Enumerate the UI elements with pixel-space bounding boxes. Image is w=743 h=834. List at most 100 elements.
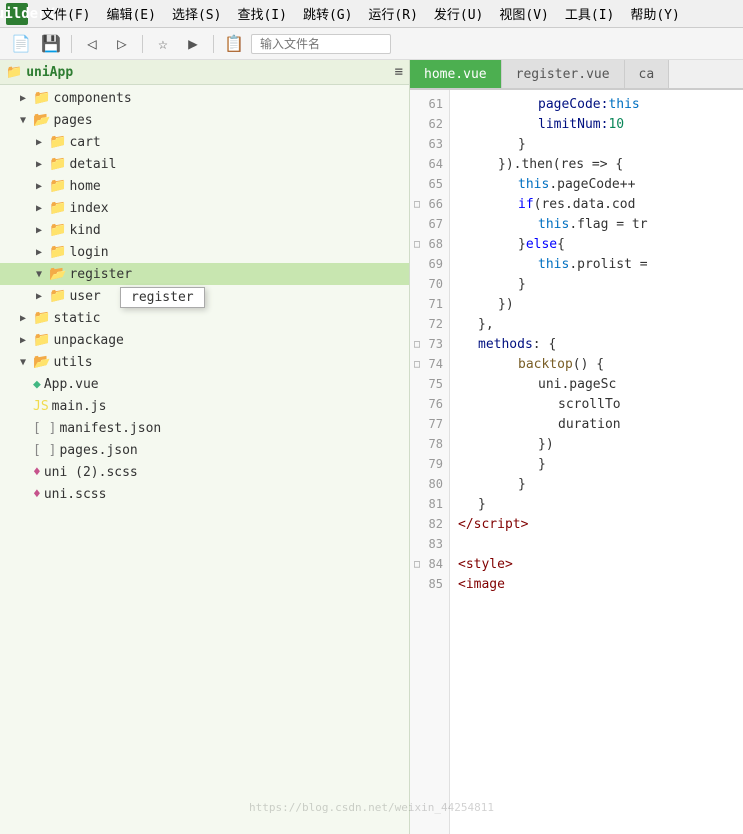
file-tree: 📁 components 📂 pages 📁 cart 📁 detail <box>0 85 409 507</box>
ln-73: □73 <box>410 334 449 354</box>
arrow-static <box>16 311 30 325</box>
tree-item-uni2scss[interactable]: ♦ uni (2).scss <box>0 461 409 483</box>
ln-66: □66 <box>410 194 449 214</box>
label-register: register <box>69 267 132 282</box>
tree-item-index[interactable]: 📁 index <box>0 197 409 219</box>
editor-tabs: home.vue register.vue ca <box>410 60 743 90</box>
folder-icon-register: 📂 <box>49 266 66 282</box>
folder-icon-components: 📁 <box>33 90 50 106</box>
ln-65: 65 <box>410 174 449 194</box>
menu-file[interactable]: 文件(F) <box>34 2 97 25</box>
tree-item-user[interactable]: 📁 user register <box>0 285 409 307</box>
code-line-67: this.flag = tr <box>458 214 743 234</box>
tree-item-register[interactable]: 📂 register <box>0 263 409 285</box>
ln-61: 61 <box>410 94 449 114</box>
tree-item-components[interactable]: 📁 components <box>0 87 409 109</box>
tree-item-cart[interactable]: 📁 cart <box>0 131 409 153</box>
code-line-80: } <box>458 474 743 494</box>
label-home: home <box>69 179 100 194</box>
sidebar-header: 📁 uniApp ≡ <box>0 60 409 85</box>
menu-bar: HBuilderX 文件(F) 编辑(E) 选择(S) 查找(I) 跳转(G) … <box>0 0 743 28</box>
menu-help[interactable]: 帮助(Y) <box>623 2 686 25</box>
ln-62: 62 <box>410 114 449 134</box>
tree-item-detail[interactable]: 📁 detail <box>0 153 409 175</box>
tree-item-pages[interactable]: 📂 pages <box>0 109 409 131</box>
ln-78: 78 <box>410 434 449 454</box>
tree-item-pagesjson[interactable]: [ ] pages.json <box>0 439 409 461</box>
code-content[interactable]: pageCode: this limitNum: 10 } }).then(re… <box>450 90 743 834</box>
menu-tools[interactable]: 工具(I) <box>558 2 621 25</box>
app-logo: HBuilderX <box>6 3 28 25</box>
arrow-register <box>32 267 46 281</box>
ln-81: 81 <box>410 494 449 514</box>
ln-64: 64 <box>410 154 449 174</box>
label-pagesjson: pages.json <box>59 443 137 458</box>
tree-item-utils[interactable]: 📂 utils <box>0 351 409 373</box>
toolbar-forward[interactable]: ▷ <box>109 31 135 57</box>
code-line-82: </script> <box>458 514 743 534</box>
tree-item-kind[interactable]: 📁 kind <box>0 219 409 241</box>
tree-item-uniscss[interactable]: ♦ uni.scss <box>0 483 409 505</box>
tree-item-manifest[interactable]: [ ] manifest.json <box>0 417 409 439</box>
label-cart: cart <box>69 135 100 150</box>
arrow-pages <box>16 113 30 127</box>
folder-icon-kind: 📁 <box>49 222 66 238</box>
tree-item-static[interactable]: 📁 static <box>0 307 409 329</box>
ln-82: 82 <box>410 514 449 534</box>
toolbar-back[interactable]: ◁ <box>79 31 105 57</box>
label-uni2scss: uni (2).scss <box>44 465 138 480</box>
label-mainjs: main.js <box>52 399 107 414</box>
toolbar: 📄 💾 ◁ ▷ ☆ ▶ 📋 <box>0 28 743 60</box>
toolbar-sep-1 <box>71 35 72 53</box>
fold-74[interactable]: □ <box>410 359 424 370</box>
vue-icon-appvue: ◆ <box>33 377 41 392</box>
ln-77: 77 <box>410 414 449 434</box>
toolbar-save[interactable]: 💾 <box>38 31 64 57</box>
scss-icon-uni: ♦ <box>33 487 41 502</box>
label-pages: pages <box>53 113 92 128</box>
ln-68: □68 <box>410 234 449 254</box>
fold-73[interactable]: □ <box>410 339 424 350</box>
tree-item-login[interactable]: 📁 login <box>0 241 409 263</box>
fold-84[interactable]: □ <box>410 559 424 570</box>
ln-85: 85 <box>410 574 449 594</box>
arrow-components <box>16 91 30 105</box>
tree-item-home[interactable]: 📁 home <box>0 175 409 197</box>
label-index: index <box>69 201 108 216</box>
tab-ca[interactable]: ca <box>625 60 670 88</box>
sidebar-hamburger[interactable]: ≡ <box>395 64 403 80</box>
arrow-detail <box>32 157 46 171</box>
menu-jump[interactable]: 跳转(G) <box>296 2 359 25</box>
toolbar-run[interactable]: ▶ <box>180 31 206 57</box>
tab-home-vue[interactable]: home.vue <box>410 60 502 88</box>
fold-66[interactable]: □ <box>410 199 424 210</box>
ln-71: 71 <box>410 294 449 314</box>
label-login: login <box>69 245 108 260</box>
menu-run[interactable]: 运行(R) <box>361 2 424 25</box>
ln-72: 72 <box>410 314 449 334</box>
tab-register-vue[interactable]: register.vue <box>502 60 625 88</box>
tree-item-unpackage[interactable]: 📁 unpackage <box>0 329 409 351</box>
scss-icon-uni2: ♦ <box>33 465 41 480</box>
json-icon-manifest: [ ] <box>33 421 56 436</box>
menu-view[interactable]: 视图(V) <box>492 2 555 25</box>
ln-80: 80 <box>410 474 449 494</box>
fold-68[interactable]: □ <box>410 239 424 250</box>
tree-item-appvue[interactable]: ◆ App.vue <box>0 373 409 395</box>
folder-icon-unpackage: 📁 <box>33 332 50 348</box>
toolbar-browse[interactable]: 📋 <box>221 31 247 57</box>
code-line-72: }, <box>458 314 743 334</box>
json-icon-pagesjson: [ ] <box>33 443 56 458</box>
menu-select[interactable]: 选择(S) <box>165 2 228 25</box>
tree-item-mainjs[interactable]: JS main.js <box>0 395 409 417</box>
file-search-input[interactable] <box>251 34 391 54</box>
folder-icon-utils: 📂 <box>33 354 50 370</box>
menu-edit[interactable]: 编辑(E) <box>99 2 162 25</box>
folder-icon-index: 📁 <box>49 200 66 216</box>
menu-find[interactable]: 查找(I) <box>230 2 293 25</box>
toolbar-new-file[interactable]: 📄 <box>8 31 34 57</box>
code-line-76: scrollTo <box>458 394 743 414</box>
toolbar-bookmark[interactable]: ☆ <box>150 31 176 57</box>
menu-publish[interactable]: 发行(U) <box>427 2 490 25</box>
code-line-75: uni.pageSc <box>458 374 743 394</box>
